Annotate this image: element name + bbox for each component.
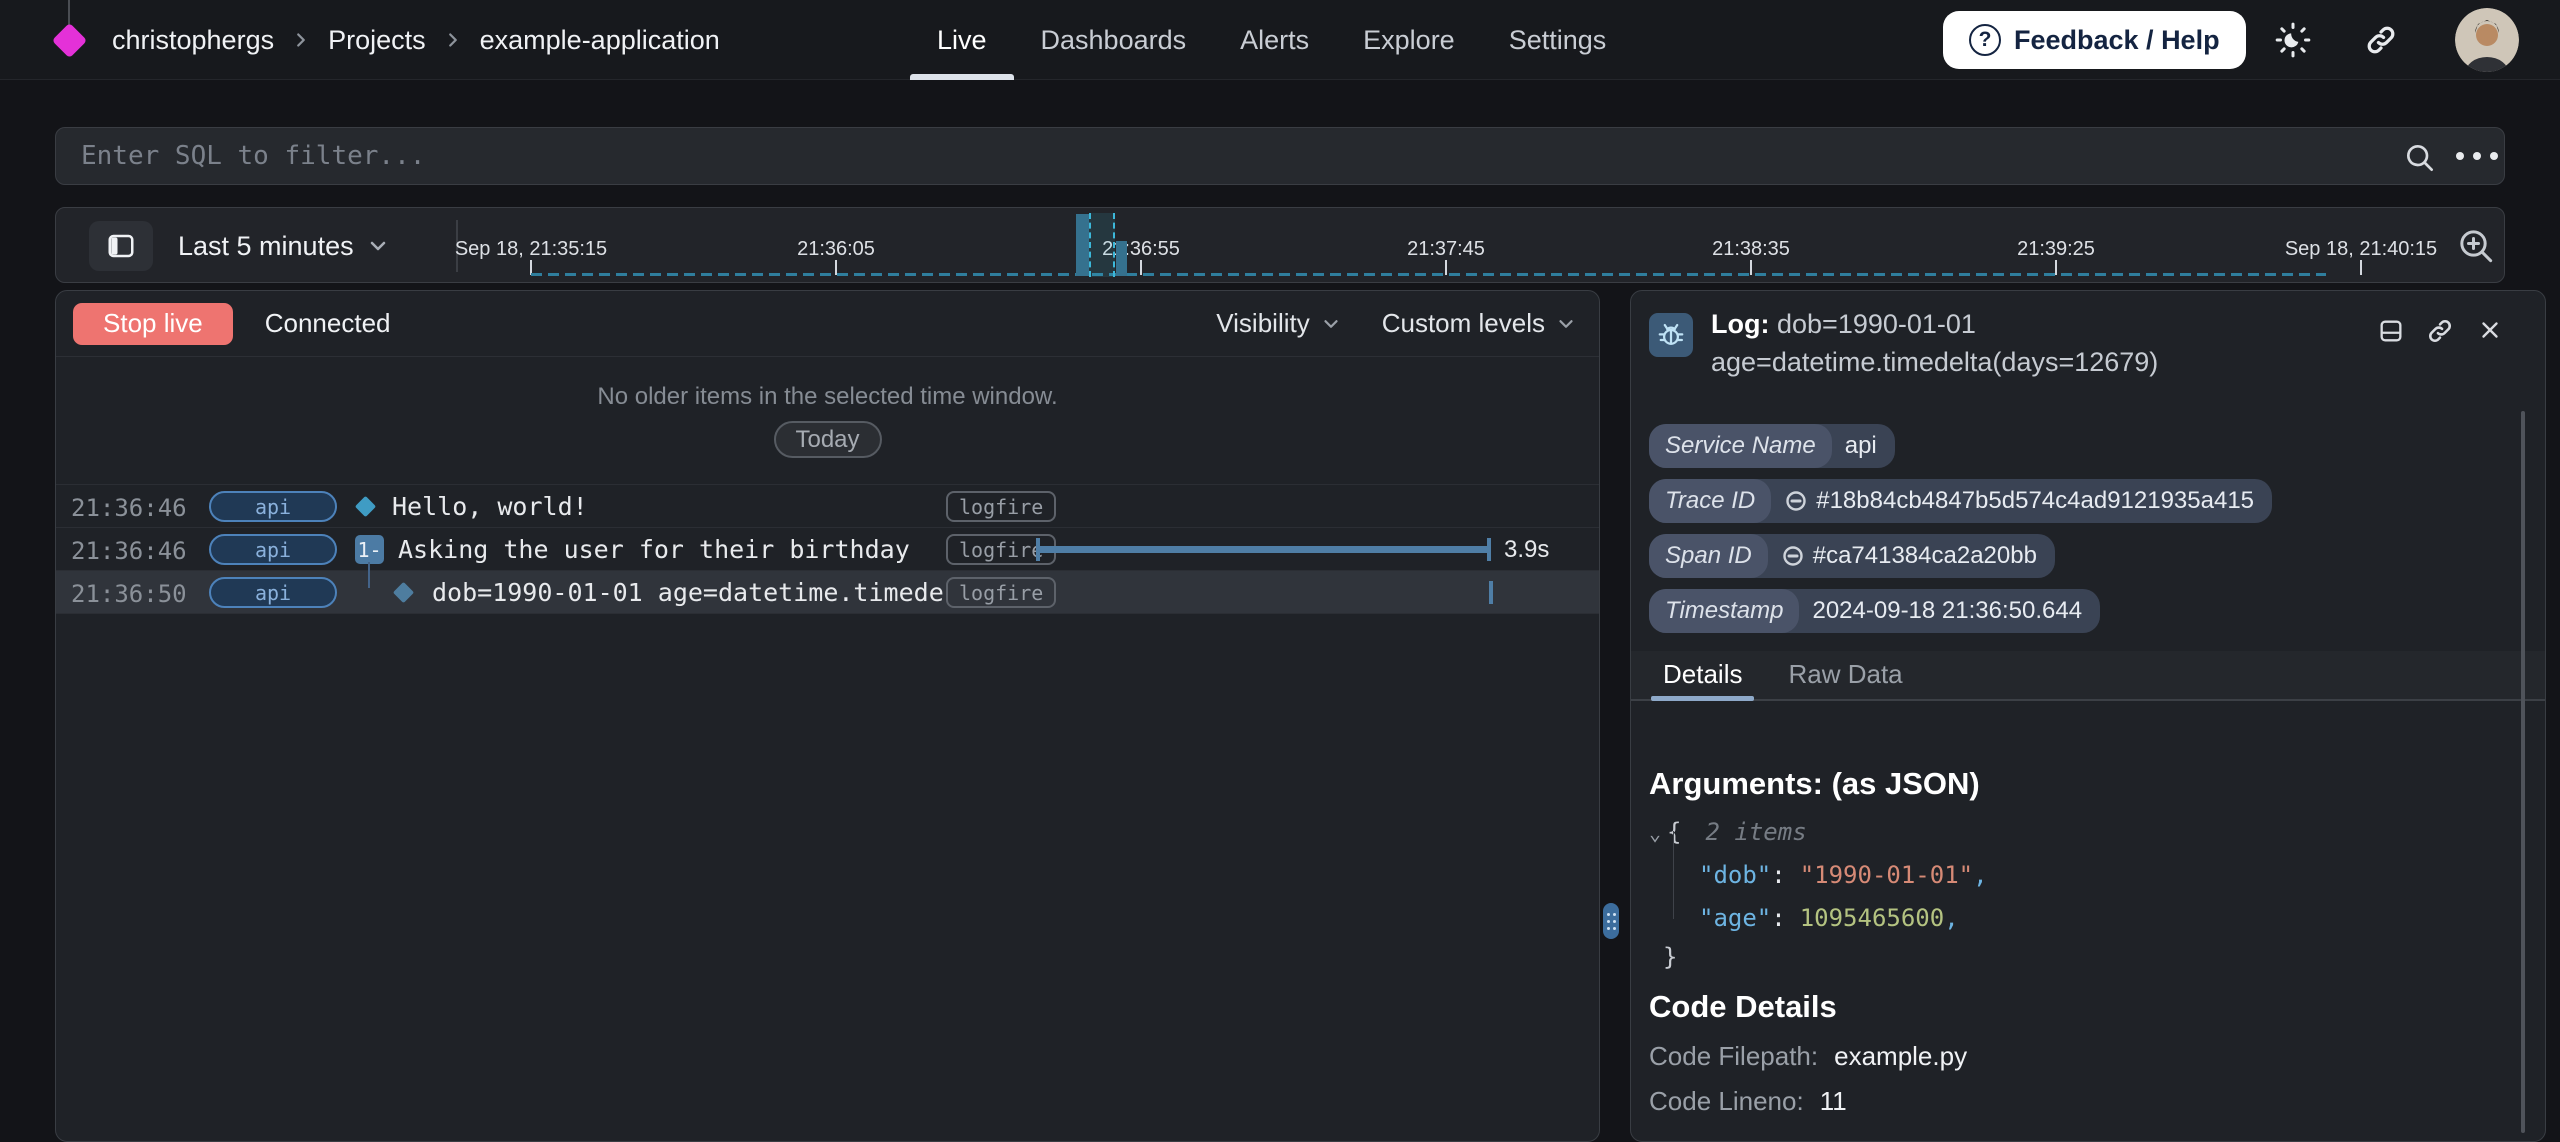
log-timestamp: 21:36:46: [71, 494, 187, 522]
timestamp-badge: Timestamp 2024-09-18 21:36:50.644: [1649, 589, 2100, 633]
json-entry-age: "age":1095465600,: [1649, 904, 1959, 932]
breadcrumb: christophergs Projects example-applicati…: [112, 0, 720, 80]
split-panel-icon[interactable]: [2377, 317, 2405, 345]
collapse-caret-icon[interactable]: ⌄: [1649, 821, 1661, 845]
code-lineno-value: 11: [1820, 1086, 1847, 1116]
timeline-tick-label: 21:38:35: [1712, 238, 1790, 261]
log-timestamp: 21:36:50: [71, 580, 187, 608]
breadcrumb-projects[interactable]: Projects: [328, 25, 426, 56]
log-row-selected[interactable]: 21:36:50 api dob=1990-01-01 age=datetime…: [56, 570, 1599, 613]
timeline-activity-bar: [1076, 214, 1089, 276]
service-name-badge: Service Name api: [1649, 424, 1895, 468]
timeline-tick: [2360, 260, 2362, 275]
breadcrumb-project[interactable]: example-application: [480, 25, 720, 56]
connection-status: Connected: [265, 308, 391, 339]
code-details-heading: Code Details: [1649, 989, 1837, 1025]
sql-filter-input[interactable]: [81, 128, 2381, 184]
top-nav: christophergs Projects example-applicati…: [0, 0, 2560, 80]
sql-filter-bar: [55, 127, 2505, 185]
code-filepath-row: Code Filepath:example.py: [1649, 1041, 1967, 1072]
details-panel: Log: dob=1990-01-01 age=datetime.timedel…: [1630, 290, 2546, 1142]
details-title: Log: dob=1990-01-01 age=datetime.timedel…: [1711, 305, 2367, 381]
tab-explore[interactable]: Explore: [1336, 0, 1482, 80]
custom-levels-dropdown[interactable]: Custom levels: [1382, 308, 1577, 339]
timeline-tick-label: 21:36:05: [797, 238, 875, 261]
debug-level-icon: [1649, 313, 1693, 357]
timeline-activity-bar: [1116, 241, 1127, 276]
chevron-right-icon: [290, 29, 312, 51]
help-circle-icon: ?: [1969, 24, 2001, 56]
panel-resize-handle[interactable]: [1603, 903, 1619, 939]
log-row[interactable]: 21:36:46 api Hello, world! logfire: [56, 484, 1599, 527]
close-icon[interactable]: [2477, 317, 2505, 345]
log-message: Hello, world!: [392, 492, 588, 521]
span-duration-label: 3.9s: [1504, 536, 1549, 564]
timeline-selection[interactable]: [1089, 213, 1115, 277]
code-lineno-row: Code Lineno:11: [1649, 1086, 1847, 1117]
copy-link-icon[interactable]: [2426, 317, 2454, 345]
arguments-heading: Arguments: (as JSON): [1649, 766, 1980, 802]
chevron-right-icon: [442, 29, 464, 51]
log-message: dob=1990-01-01 age=datetime.timede: [432, 578, 944, 607]
more-options-icon[interactable]: [2456, 152, 2498, 160]
nav-tabs: Live Dashboards Alerts Explore Settings: [910, 0, 1633, 80]
chevron-down-icon: [1320, 313, 1342, 335]
details-tabs: Details Raw Data: [1631, 651, 2545, 701]
timeline-tick-label: Sep 18, 21:40:15: [2285, 238, 2437, 261]
link-icon[interactable]: [1781, 544, 1805, 568]
timeline-bar: Last 5 minutes Sep 18, 21:35:15 21:36:05…: [55, 207, 2505, 283]
log-diamond-icon: [393, 582, 414, 603]
tab-live[interactable]: Live: [910, 0, 1014, 80]
code-filepath-value: example.py: [1834, 1041, 1967, 1071]
log-diamond-icon: [355, 496, 376, 517]
search-icon[interactable]: [2403, 141, 2435, 173]
chevron-down-icon: [1555, 313, 1577, 335]
trace-id-badge: Trace ID #18b84cb4847b5d574c4ad9121935a4…: [1649, 479, 2272, 523]
empty-window-message: No older items in the selected time wind…: [56, 383, 1599, 411]
timeline-tick-label: 21:37:45: [1407, 238, 1485, 261]
logfire-logo-icon: [52, 23, 87, 58]
json-close-line: }: [1649, 943, 1677, 971]
zoom-in-icon[interactable]: [2456, 226, 2496, 266]
log-row[interactable]: 21:36:46 api 1- Asking the user for thei…: [56, 527, 1599, 570]
service-badge[interactable]: api: [209, 534, 337, 565]
log-instant-tick: [1489, 581, 1493, 604]
today-button[interactable]: Today: [773, 421, 881, 458]
tab-dashboards[interactable]: Dashboards: [1014, 0, 1214, 80]
live-view-panel: Stop live Connected Visibility Custom le…: [55, 290, 1600, 1142]
live-panel-header: Stop live Connected Visibility Custom le…: [56, 291, 1599, 357]
user-avatar[interactable]: [2455, 8, 2519, 72]
timeline-baseline: [531, 273, 2326, 276]
log-message: Asking the user for their birthday: [398, 535, 910, 564]
log-rows: 21:36:46 api Hello, world! logfire 21:36…: [56, 484, 1599, 613]
visibility-dropdown[interactable]: Visibility: [1216, 308, 1341, 339]
stop-live-button[interactable]: Stop live: [73, 303, 233, 345]
feedback-help-button[interactable]: ? Feedback / Help: [1943, 11, 2246, 69]
timeline-tick-label: Sep 18, 21:35:15: [455, 238, 607, 261]
tab-raw-data[interactable]: Raw Data: [1776, 649, 1914, 699]
logfire-tag[interactable]: logfire: [946, 577, 1056, 608]
timeline-tick-label: 21:39:25: [2017, 238, 2095, 261]
collapse-toggle[interactable]: 1-: [355, 535, 384, 564]
log-timestamp: 21:36:46: [71, 537, 187, 565]
tab-details[interactable]: Details: [1651, 649, 1754, 699]
share-link-icon[interactable]: [2363, 19, 2399, 61]
span-duration-bar: [1036, 546, 1491, 553]
json-entry-dob: "dob":"1990-01-01",: [1649, 861, 1988, 889]
timeline-track[interactable]: Sep 18, 21:35:15 21:36:05 21:36:55 21:37…: [56, 208, 2506, 284]
tab-settings[interactable]: Settings: [1482, 0, 1634, 80]
service-badge[interactable]: api: [209, 577, 337, 608]
logfire-tag[interactable]: logfire: [946, 491, 1056, 522]
span-id-badge: Span ID #ca741384ca2a20bb: [1649, 534, 2055, 578]
scrollbar[interactable]: [2521, 411, 2525, 1133]
service-badge[interactable]: api: [209, 491, 337, 522]
breadcrumb-org[interactable]: christophergs: [112, 25, 274, 56]
link-icon[interactable]: [1784, 489, 1808, 513]
tree-connector: [368, 562, 370, 588]
theme-toggle-icon[interactable]: [2272, 19, 2314, 61]
tab-alerts[interactable]: Alerts: [1213, 0, 1336, 80]
